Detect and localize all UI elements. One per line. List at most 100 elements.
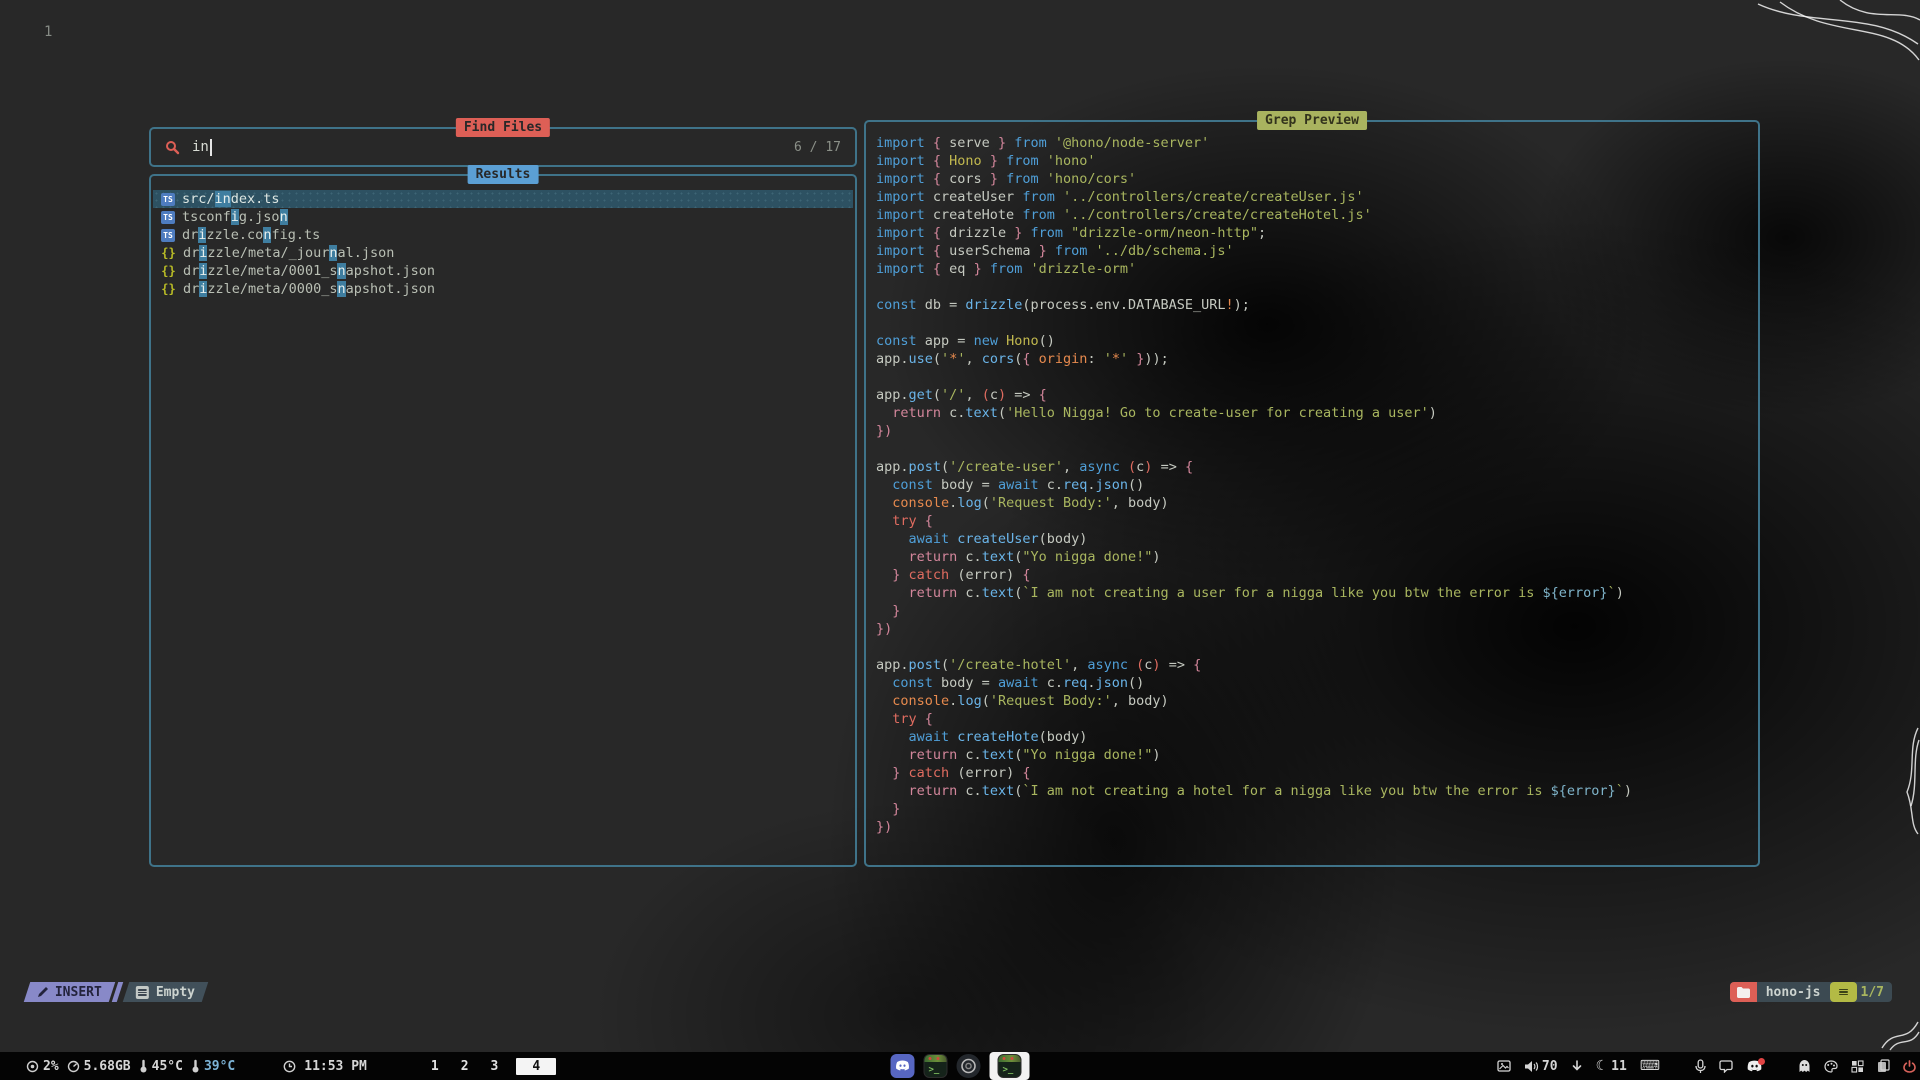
taskbar: 2% 5.68GB 45°C 39°C <box>0 1052 1920 1080</box>
match-highlight: i <box>231 209 239 225</box>
typescript-file-icon: TS <box>161 229 175 242</box>
keyboard-icon[interactable]: ⌨ <box>1640 1058 1660 1074</box>
workspace-2[interactable]: 2 <box>457 1059 473 1074</box>
code-line: return c.text(`I am not creating a hotel… <box>876 782 1754 800</box>
cpu-stat: 2% <box>26 1059 59 1074</box>
result-text: dr <box>183 263 199 279</box>
night-light-widget[interactable]: ☾ 11 <box>1596 1058 1627 1074</box>
match-highlight: n <box>263 227 271 243</box>
match-highlight: n <box>280 209 288 225</box>
code-line: const body = await c.req.json() <box>876 674 1754 692</box>
discord-tray-icon[interactable] <box>1746 1060 1763 1073</box>
code-line: console.log('Request Body:', body) <box>876 692 1754 710</box>
clipboard-icon[interactable] <box>1877 1059 1890 1073</box>
moon-icon: ☾ <box>1596 1058 1609 1074</box>
result-text: apshot.json <box>346 263 435 279</box>
match-highlight: i <box>198 227 206 243</box>
match-counter: 6 / 17 <box>794 140 841 155</box>
buffer-list-icon <box>136 986 149 999</box>
code-line: const db = drizzle(process.env.DATABASE_… <box>876 296 1754 314</box>
night-light-value: 11 <box>1611 1059 1627 1074</box>
gpu-temp-stat: 39°C <box>191 1059 235 1074</box>
result-item[interactable]: {}drizzle/meta/0001_snapshot.json <box>153 262 853 280</box>
clock-widget: 11:53 PM <box>283 1059 367 1074</box>
code-line: import { eq } from 'drizzle-orm' <box>876 260 1754 278</box>
json-file-icon: {} <box>161 247 176 260</box>
code-line: } catch (error) { <box>876 764 1754 782</box>
workspace-3[interactable]: 3 <box>487 1059 503 1074</box>
code-line: }) <box>876 818 1754 836</box>
code-line: app.use('*', cors({ origin: '*' })); <box>876 350 1754 368</box>
terminal-app-icon[interactable]: >_ <box>924 1054 948 1078</box>
cpu-temp-value: 45°C <box>152 1059 183 1074</box>
chat-bubble-icon[interactable] <box>1719 1060 1733 1073</box>
code-line <box>876 368 1754 386</box>
code-line: return c.text('Hello Nigga! Go to create… <box>876 404 1754 422</box>
result-item[interactable]: TStsconfig.json <box>153 208 853 226</box>
download-arrow-icon[interactable] <box>1571 1060 1583 1073</box>
memory-value: 5.68GB <box>84 1059 131 1074</box>
code-line: import { cors } from 'hono/cors' <box>876 170 1754 188</box>
screenshot-icon[interactable] <box>1497 1060 1511 1072</box>
result-item[interactable]: TSdrizzle.config.ts <box>153 226 853 244</box>
search-icon <box>165 140 180 155</box>
result-text: dex.ts <box>231 191 280 207</box>
buffer-line-number: 1 <box>44 24 52 40</box>
project-name: hono-js <box>1757 985 1830 1000</box>
discord-app-icon[interactable] <box>891 1054 915 1078</box>
code-line: try { <box>876 710 1754 728</box>
code-line: const body = await c.req.json() <box>876 476 1754 494</box>
code-line: console.log('Request Body:', body) <box>876 494 1754 512</box>
palette-icon[interactable] <box>1824 1060 1838 1073</box>
code-line: await createHote(body) <box>876 728 1754 746</box>
buffer-status: Empty <box>156 985 195 1000</box>
code-line: return c.text("Yo nigga done!") <box>876 746 1754 764</box>
code-line: app.post('/create-user', async (c) => { <box>876 458 1754 476</box>
result-item[interactable]: TSsrc/index.ts <box>153 190 853 208</box>
result-text: zzle/meta/0001_s <box>207 263 337 279</box>
ghost-icon[interactable] <box>1798 1059 1811 1073</box>
typescript-file-icon: TS <box>161 193 175 206</box>
system-tray: 70 ☾ 11 ⌨ <box>1484 1052 1916 1080</box>
match-highlight: i <box>199 281 207 297</box>
pencil-icon <box>37 986 49 998</box>
mode-label: INSERT <box>55 985 102 1000</box>
results-list: TSsrc/index.tsTStsconfig.jsonTSdrizzle.c… <box>153 190 853 298</box>
match-highlight: i <box>199 263 207 279</box>
code-line: import { drizzle } from "drizzle-orm/neo… <box>876 224 1754 242</box>
match-highlight: n <box>337 263 345 279</box>
statusline: INSERT Empty hono-js 1/7 <box>0 982 1920 1002</box>
taskbar-apps: >_ >_ <box>891 1052 1030 1080</box>
typescript-file-icon: TS <box>161 211 175 224</box>
memory-stat: 5.68GB <box>67 1059 131 1074</box>
result-text: dr <box>183 245 199 261</box>
match-highlight: n <box>337 281 345 297</box>
grid-icon[interactable] <box>1851 1060 1864 1073</box>
json-file-icon: {} <box>161 283 176 296</box>
terminal-app-icon-active[interactable]: >_ <box>998 1054 1022 1078</box>
result-text: dr <box>182 227 198 243</box>
workspace-1[interactable]: 1 <box>427 1059 443 1074</box>
result-text: dr <box>183 281 199 297</box>
code-line: return c.text("Yo nigga done!") <box>876 548 1754 566</box>
result-item[interactable]: {}drizzle/meta/_journal.json <box>153 244 853 262</box>
workspace-4-active[interactable]: 4 <box>516 1058 556 1075</box>
code-line: }) <box>876 620 1754 638</box>
code-line: } catch (error) { <box>876 566 1754 584</box>
power-icon[interactable] <box>1903 1060 1916 1073</box>
code-line: try { <box>876 512 1754 530</box>
microphone-icon[interactable] <box>1695 1059 1706 1074</box>
wallpaper-sketch-right-edge <box>1904 726 1920 836</box>
cpu-temp-stat: 45°C <box>139 1059 183 1074</box>
result-item[interactable]: {}drizzle/meta/0000_snapshot.json <box>153 280 853 298</box>
code-line <box>876 314 1754 332</box>
match-highlight: in <box>215 191 231 207</box>
code-preview: import { serve } from '@hono/node-server… <box>876 134 1754 836</box>
search-input[interactable]: in <box>192 139 209 155</box>
code-line: await createUser(body) <box>876 530 1754 548</box>
volume-widget[interactable]: 70 <box>1524 1059 1558 1074</box>
code-line: } <box>876 800 1754 818</box>
recorder-app-icon[interactable] <box>957 1054 981 1078</box>
clock-icon <box>283 1060 296 1073</box>
folder-icon <box>1730 982 1757 1002</box>
